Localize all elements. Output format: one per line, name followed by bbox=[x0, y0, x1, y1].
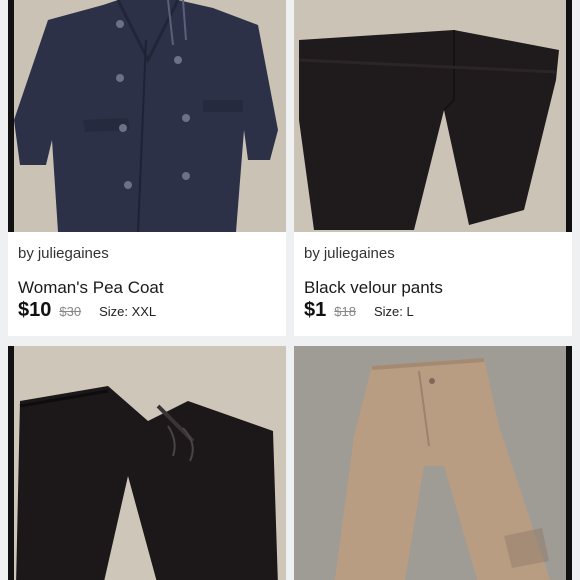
price: $10 bbox=[18, 299, 52, 321]
original-price: $18 bbox=[334, 304, 356, 319]
seller-prefix: by bbox=[18, 245, 34, 262]
listing-photo[interactable] bbox=[294, 346, 572, 580]
original-price: $30 bbox=[59, 304, 82, 319]
listing-info: by juliegaines Black velour pants $1 $18 … bbox=[294, 232, 572, 336]
size-label: Size: L bbox=[373, 304, 414, 319]
khaki-pants-image bbox=[294, 346, 572, 580]
listing-card-pea-coat[interactable]: by juliegaines Woman's Pea Coat $10 $30 S… bbox=[8, 0, 286, 336]
seller-line[interactable]: by juliegaines bbox=[304, 245, 395, 262]
seller-name[interactable]: juliegaines bbox=[38, 245, 109, 262]
price: $1 bbox=[304, 299, 327, 321]
price-row: $1 $18 Size: L bbox=[304, 299, 414, 323]
seller-line[interactable]: by juliegaines bbox=[18, 245, 109, 262]
price-row: $10 $30 Size: XXL bbox=[18, 299, 156, 323]
pea-coat-image bbox=[8, 0, 286, 232]
listing-title[interactable]: Woman's Pea Coat bbox=[18, 278, 164, 298]
seller-prefix: by bbox=[304, 245, 320, 262]
seller-name[interactable]: juliegaines bbox=[324, 245, 395, 262]
listing-photo[interactable] bbox=[8, 346, 286, 580]
listing-card-velour-pants[interactable]: by juliegaines Black velour pants $1 $18 … bbox=[294, 0, 572, 336]
listing-title[interactable]: Black velour pants bbox=[304, 278, 443, 298]
listing-photo[interactable] bbox=[8, 0, 286, 232]
listing-info: by juliegaines Woman's Pea Coat $10 $30 S… bbox=[8, 232, 286, 336]
listing-photo[interactable] bbox=[294, 0, 572, 232]
listing-card-drawstring-pants[interactable] bbox=[8, 346, 286, 580]
listing-card-khaki-pants[interactable] bbox=[294, 346, 572, 580]
drawstring-pants-image bbox=[8, 346, 286, 580]
velour-pants-image bbox=[294, 0, 572, 232]
size-label: Size: XXL bbox=[99, 304, 157, 319]
listing-grid: by juliegaines Woman's Pea Coat $10 $30 S… bbox=[0, 0, 580, 580]
